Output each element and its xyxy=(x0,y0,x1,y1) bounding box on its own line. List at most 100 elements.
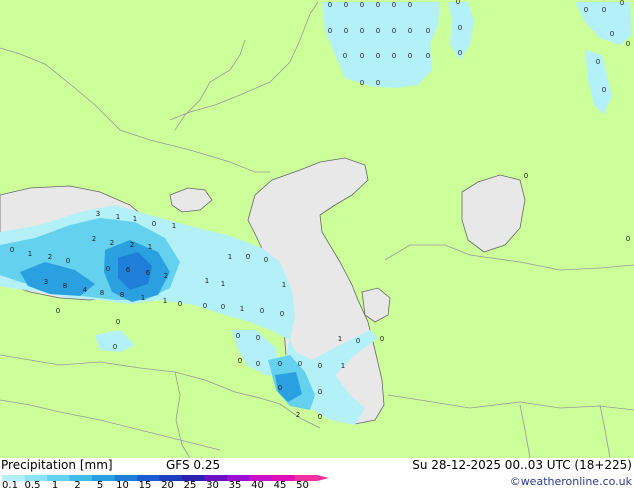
precip-value-label: 0 xyxy=(236,332,240,340)
scale-tick-label: 45 xyxy=(273,480,287,491)
precip-value-label: 0 xyxy=(360,79,364,87)
precip-value-label: 0 xyxy=(376,79,380,87)
precip-value-label: 0 xyxy=(238,357,242,365)
scale-tick-label: 0.5 xyxy=(24,480,41,491)
legend-bar: Precipitation [mm] GFS 0.25 Su 28-12-202… xyxy=(0,458,634,491)
precip-value-label: 1 xyxy=(141,294,145,302)
precip-value-label: 2 xyxy=(110,239,114,247)
precip-value-label: 0 xyxy=(392,1,396,9)
precip-value-label: 3 xyxy=(96,210,100,218)
precip-value-label: 0 xyxy=(221,303,225,311)
precip-value-label: 0 xyxy=(426,27,430,35)
model-label: GFS 0.25 xyxy=(166,458,221,472)
precip-value-label: 1 xyxy=(133,215,137,223)
precip-value-label: 1 xyxy=(205,277,209,285)
precip-value-label: 1 xyxy=(221,280,225,288)
precip-value-label: 0 xyxy=(408,52,412,60)
precip-value-label: 1 xyxy=(148,243,152,251)
precip-value-label: 0 xyxy=(360,27,364,35)
precip-value-label: 0 xyxy=(408,27,412,35)
precip-value-label: 0 xyxy=(318,413,322,421)
precip-value-label: 0 xyxy=(246,253,250,261)
precip-value-label: 0 xyxy=(106,265,110,273)
scale-tick-label: 30 xyxy=(206,480,219,491)
precip-value-label: 0 xyxy=(376,1,380,9)
precip-value-label: 0 xyxy=(376,52,380,60)
precip-value-label: 0 xyxy=(256,334,260,342)
precip-value-label: 8 xyxy=(63,282,67,290)
precip-value-label: 1 xyxy=(341,362,345,370)
precip-value-label: 0 xyxy=(380,335,384,343)
legend-title: Precipitation [mm] xyxy=(1,458,113,472)
color-swatch xyxy=(92,475,115,481)
precip-value-label: 2 xyxy=(164,272,168,280)
precip-value-label: 0 xyxy=(152,220,156,228)
scale-tick-label: 40 xyxy=(251,480,264,491)
precip-value-label: 0 xyxy=(178,300,182,308)
precip-value-label: 0 xyxy=(360,52,364,60)
precip-value-label: 0 xyxy=(343,52,347,60)
color-scale-arrow xyxy=(317,475,329,481)
precip-value-label: 2 xyxy=(92,235,96,243)
scale-tick-label: 50 xyxy=(296,480,309,491)
precip-value-label: 0 xyxy=(278,360,282,368)
precip-value-label: 0 xyxy=(318,362,322,370)
scale-tick-label: 2 xyxy=(74,480,81,491)
precip-value-label: 2 xyxy=(296,411,300,419)
precip-value-label: 0 xyxy=(318,388,322,396)
precip-value-label: 1 xyxy=(338,335,342,343)
precip-value-label: 0 xyxy=(66,257,70,265)
precip-value-label: 0 xyxy=(458,49,462,57)
credit-link[interactable]: ©weatheronline.co.uk xyxy=(510,475,632,488)
precip-value-label: 8 xyxy=(120,291,124,299)
precip-value-label: 0 xyxy=(356,337,360,345)
precip-value-label: 0 xyxy=(626,40,630,48)
scale-tick-label: 35 xyxy=(228,480,242,491)
precip-value-label: 0 xyxy=(458,24,462,32)
precip-value-label: 0 xyxy=(344,1,348,9)
precip-value-label: 0 xyxy=(344,27,348,35)
precip-value-label: 0 xyxy=(298,360,302,368)
precip-value-label: 2 xyxy=(48,253,52,261)
precip-value-label: 0 xyxy=(602,86,606,94)
precip-value-label: 1 xyxy=(28,250,32,258)
precip-value-label: 0 xyxy=(620,0,624,7)
color-swatch xyxy=(47,475,70,481)
precip-value-label: 0 xyxy=(10,246,14,254)
precip-value-label: 0 xyxy=(392,52,396,60)
scale-tick-label: 5 xyxy=(96,480,104,491)
precip-value-label: 0 xyxy=(203,302,207,310)
precip-value-label: 0 xyxy=(360,1,364,9)
precip-value-label: 1 xyxy=(172,222,176,230)
scale-tick-label: 1 xyxy=(51,480,59,491)
precip-value-label: 4 xyxy=(83,286,88,294)
scale-tick-label: 10 xyxy=(116,480,129,491)
precip-value-label: 0 xyxy=(113,343,117,351)
precip-value-label: 0 xyxy=(280,310,284,318)
color-swatch xyxy=(69,475,92,481)
precip-value-label: 0 xyxy=(596,58,600,66)
precip-value-label: 0 xyxy=(524,172,528,180)
precip-value-label: 1 xyxy=(282,281,286,289)
precip-value-label: 1 xyxy=(240,305,244,313)
precip-value-label: 1 xyxy=(228,253,232,261)
precip-value-label: 0 xyxy=(626,235,630,243)
precip-value-label: 0 xyxy=(116,318,120,326)
precip-value-label: 8 xyxy=(100,289,104,297)
precip-value-label: 6 xyxy=(146,269,151,277)
precip-value-label: 0 xyxy=(610,30,614,38)
precip-value-label: 0 xyxy=(328,27,332,35)
precip-value-label: 0 xyxy=(264,256,268,264)
precip-value-label: 0 xyxy=(328,1,332,9)
precip-value-label: 0 xyxy=(376,27,380,35)
scale-tick-label: 15 xyxy=(138,480,152,491)
scale-tick-label: 25 xyxy=(183,480,197,491)
precip-value-label: 0 xyxy=(278,384,282,392)
precip-value-label: 0 xyxy=(260,307,264,315)
precip-value-label: 1 xyxy=(163,297,167,305)
precip-value-label: 1 xyxy=(116,213,120,221)
forecast-datetime: Su 28-12-2025 00..03 UTC (18+225) xyxy=(412,458,632,472)
precip-value-label: 0 xyxy=(256,360,260,368)
precip-value-label: 2 xyxy=(130,241,134,249)
precip-value-label: 0 xyxy=(602,6,606,14)
